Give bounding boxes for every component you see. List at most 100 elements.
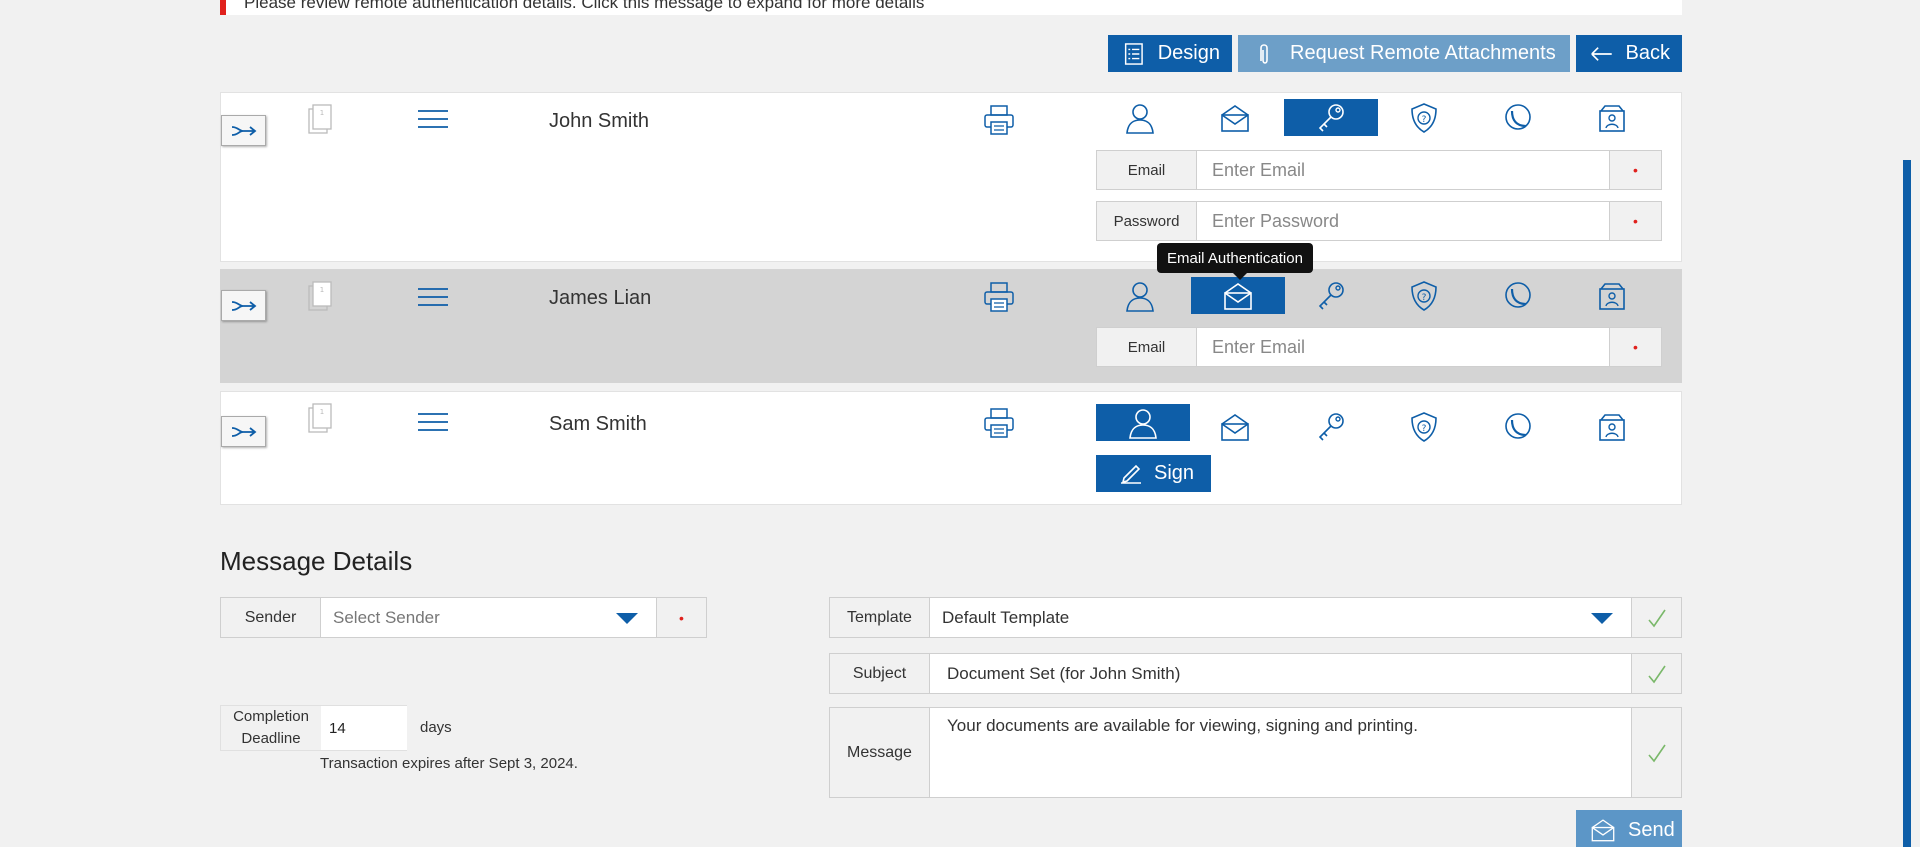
menu-icon[interactable] — [417, 412, 449, 432]
expiry-note: Transaction expires after Sept 3, 2024. — [320, 755, 578, 772]
send-mail-icon — [1588, 816, 1618, 844]
field-label: Password — [1097, 202, 1197, 240]
request-attachments-label: Request Remote Attachments — [1290, 42, 1556, 64]
password-input[interactable]: Enter Password — [1197, 202, 1609, 240]
subject-label: Subject — [830, 654, 930, 693]
back-button[interactable]: Back — [1576, 35, 1682, 72]
document-icon[interactable] — [305, 103, 335, 137]
phone-icon — [1501, 279, 1535, 313]
valid-check — [1631, 598, 1681, 637]
printer-icon[interactable] — [982, 406, 1016, 440]
section-title: Message Details — [220, 546, 413, 576]
auth-id-button[interactable] — [1565, 99, 1659, 136]
signer-name: John Smith — [549, 110, 650, 132]
field-label: Email — [1097, 328, 1197, 366]
required-marker: • — [1609, 151, 1661, 189]
auth-password-button[interactable] — [1284, 99, 1378, 136]
subject-input[interactable]: Document Set (for John Smith) — [930, 654, 1631, 693]
phone-icon — [1501, 101, 1535, 135]
email-envelope-icon — [1218, 101, 1252, 135]
email-envelope-icon — [1218, 410, 1252, 444]
auth-password-button[interactable] — [1284, 408, 1378, 445]
send-button[interactable]: Send — [1576, 810, 1682, 847]
auth-email-button[interactable] — [1188, 408, 1282, 445]
shield-question-icon — [1407, 101, 1441, 135]
message-textarea[interactable]: Your documents are available for viewing… — [930, 708, 1631, 797]
completion-label-line1: Completion — [233, 708, 309, 725]
id-verification-icon — [1595, 101, 1629, 135]
valid-check — [1631, 708, 1681, 797]
message-label: Message — [830, 708, 930, 797]
auth-phone-button[interactable] — [1471, 277, 1565, 314]
id-verification-icon — [1595, 410, 1629, 444]
auth-email-button[interactable] — [1191, 277, 1285, 314]
subject-field: Subject Document Set (for John Smith) — [829, 653, 1682, 694]
printer-icon[interactable] — [982, 103, 1016, 137]
auth-email-button[interactable] — [1188, 99, 1282, 136]
check-icon — [1646, 607, 1668, 629]
password-key-icon — [1314, 279, 1348, 313]
document-icon[interactable] — [305, 280, 335, 314]
person-icon — [1123, 101, 1157, 135]
design-button[interactable]: Design — [1108, 35, 1232, 72]
auth-id-button[interactable] — [1565, 408, 1659, 445]
auth-phone-button[interactable] — [1471, 408, 1565, 445]
auth-question-button[interactable] — [1377, 277, 1471, 314]
email-input[interactable]: Enter Email — [1197, 328, 1609, 366]
reorder-handle[interactable] — [221, 115, 266, 146]
sender-label: Sender — [221, 598, 321, 637]
check-icon — [1646, 742, 1668, 764]
sign-button[interactable]: Sign — [1096, 455, 1211, 492]
document-icon[interactable] — [305, 402, 335, 436]
shield-question-icon — [1407, 410, 1441, 444]
phone-icon — [1501, 410, 1535, 444]
auth-none-button[interactable] — [1096, 404, 1190, 441]
reorder-handle[interactable] — [221, 290, 266, 321]
auth-none-button[interactable] — [1093, 99, 1187, 136]
back-label: Back — [1625, 42, 1670, 64]
menu-icon[interactable] — [417, 287, 449, 307]
days-unit: days — [420, 719, 452, 736]
john-password-field: Password Enter Password • — [1096, 201, 1662, 241]
password-key-icon — [1314, 410, 1348, 444]
chevron-down-icon — [1591, 612, 1613, 624]
menu-icon[interactable] — [417, 109, 449, 129]
template-field: Template Default Template — [829, 597, 1682, 638]
required-marker: • — [656, 598, 706, 637]
signer-name: James Lian — [549, 287, 652, 309]
request-remote-attachments-button[interactable]: Request Remote Attachments — [1238, 35, 1570, 72]
auth-id-button[interactable] — [1565, 277, 1659, 314]
message-field: Message Your documents are available for… — [829, 707, 1682, 798]
sender-select[interactable]: Select Sender — [321, 598, 656, 637]
auth-question-button[interactable] — [1377, 408, 1471, 445]
template-label: Template — [830, 598, 930, 637]
auth-password-button[interactable] — [1284, 277, 1378, 314]
email-input[interactable]: Enter Email — [1197, 151, 1609, 189]
completion-deadline-field: Completion Deadline 14 — [220, 705, 407, 751]
james-email-field: Email Enter Email • — [1096, 327, 1662, 367]
reorder-handle[interactable] — [221, 416, 266, 447]
sender-field: Sender Select Sender • — [220, 597, 707, 638]
route-arrow-icon — [231, 299, 257, 313]
completion-label-line2: Deadline — [241, 730, 301, 747]
printer-icon[interactable] — [982, 280, 1016, 314]
template-select[interactable]: Default Template — [930, 598, 1631, 637]
auth-question-button[interactable] — [1377, 99, 1471, 136]
sign-label: Sign — [1154, 462, 1195, 484]
auth-none-button[interactable] — [1093, 277, 1187, 314]
required-marker: • — [1609, 202, 1661, 240]
design-label: Design — [1157, 42, 1220, 64]
email-envelope-icon — [1221, 279, 1255, 313]
route-arrow-icon — [231, 124, 257, 138]
deadline-days-input[interactable]: 14 — [321, 706, 407, 750]
remote-auth-notice[interactable]: Please review remote authentication deta… — [220, 0, 1682, 15]
check-icon — [1646, 663, 1668, 685]
shield-question-icon — [1407, 279, 1441, 313]
person-icon — [1123, 279, 1157, 313]
person-icon — [1126, 406, 1160, 440]
scrollbar[interactable] — [1903, 160, 1911, 847]
auth-phone-button[interactable] — [1471, 99, 1565, 136]
john-email-field: Email Enter Email • — [1096, 150, 1662, 190]
password-key-icon — [1314, 101, 1348, 135]
sender-placeholder: Select Sender — [333, 607, 440, 627]
